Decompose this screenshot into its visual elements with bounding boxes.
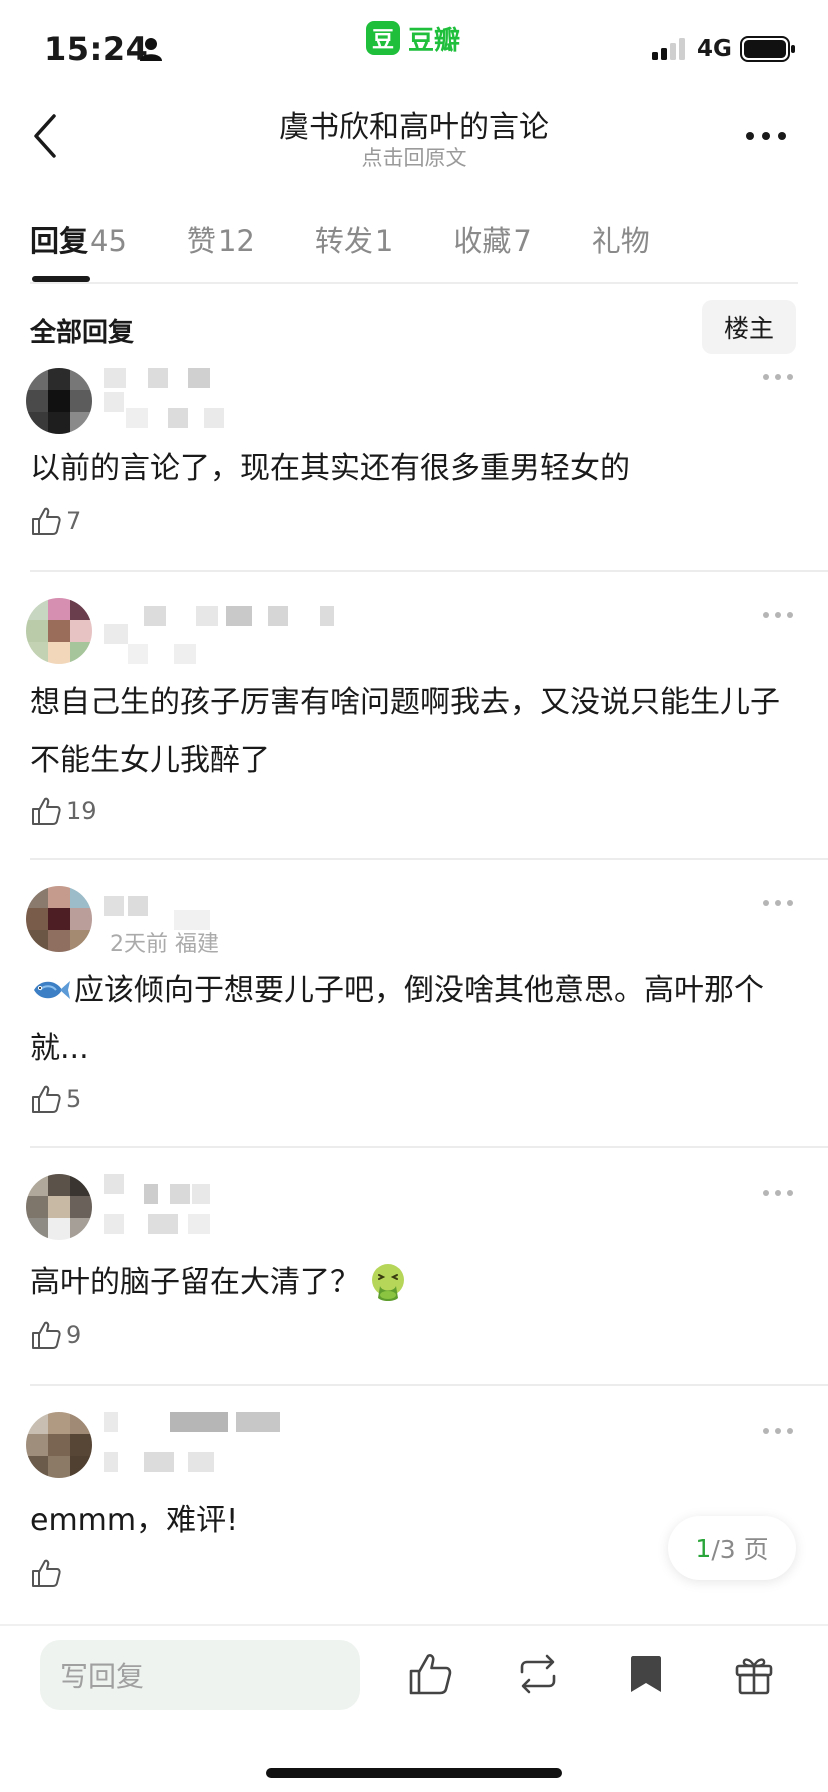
reply-input[interactable]: 写回复	[40, 1640, 360, 1710]
comment-text: 高叶的脑子留在大清了？	[30, 1254, 800, 1312]
page-current: 1	[695, 1533, 712, 1563]
username-blurred[interactable]	[104, 1412, 284, 1474]
comment-text-body: 应该倾向于想要儿子吧，倒没啥其他意思。高叶那个就...	[30, 973, 764, 1066]
status-bar: 15:24 豆 豆瓣 4G	[0, 0, 828, 90]
bookmark-icon[interactable]	[622, 1650, 670, 1698]
battery-icon	[740, 36, 795, 62]
person-icon	[140, 38, 162, 61]
like-button[interactable]: 19	[30, 794, 97, 828]
username-blurred[interactable]	[104, 1174, 224, 1236]
douban-logo-icon: 豆	[366, 21, 400, 55]
status-time: 15:24	[44, 30, 149, 68]
avatar[interactable]	[26, 1412, 92, 1478]
comment-item: 高叶的脑子留在大清了？ 9	[0, 1174, 828, 1384]
avatar[interactable]	[26, 886, 92, 952]
op-only-button[interactable]: 楼主	[702, 300, 796, 354]
tab-gifts[interactable]: 礼物	[592, 218, 650, 282]
username-blurred[interactable]	[104, 368, 224, 430]
network-label: 4G	[697, 36, 732, 62]
back-to-original-link[interactable]: 点击回原文	[0, 142, 828, 172]
gift-icon[interactable]	[730, 1650, 778, 1698]
tab-collections[interactable]: 收藏7	[453, 218, 531, 282]
username-blurred[interactable]	[104, 606, 334, 668]
home-indicator	[266, 1768, 562, 1778]
nauseated-face-icon	[372, 1264, 404, 1301]
like-button[interactable]: 5	[30, 1082, 81, 1116]
divider	[30, 858, 828, 860]
divider	[30, 1384, 828, 1386]
thumbs-up-icon	[32, 1559, 61, 1587]
avatar[interactable]	[26, 598, 92, 664]
comment-more-icon[interactable]	[762, 1426, 794, 1436]
fish-icon	[34, 981, 70, 999]
more-icon[interactable]	[744, 128, 788, 144]
like-button[interactable]	[30, 1556, 62, 1590]
page-indicator[interactable]: 1/3 页	[668, 1516, 796, 1580]
like-count: 5	[66, 1085, 82, 1113]
bottom-action-bar: 写回复	[0, 1624, 828, 1792]
repost-icon[interactable]	[514, 1650, 562, 1698]
comment-more-icon[interactable]	[762, 1188, 794, 1198]
tab-bar: 回复45 赞12 转发1 收藏7 礼物	[30, 218, 798, 284]
like-count: 7	[66, 507, 82, 535]
like-count: 19	[66, 797, 97, 825]
divider	[30, 570, 828, 572]
page-total: /3 页	[711, 1535, 769, 1564]
comment-more-icon[interactable]	[762, 372, 794, 382]
comment-text: 想自己生的孩子厉害有啥问题啊我去，又没说只能生儿子不能生女儿我醉了	[30, 685, 780, 778]
nav-bar: 虞书欣和高叶的言论 点击回原文	[0, 90, 828, 190]
thumbs-up-icon	[32, 1321, 61, 1349]
comment-text-body: 高叶的脑子留在大清了？	[30, 1265, 360, 1300]
signal-icon	[652, 38, 685, 60]
app-name: 豆瓣	[408, 25, 461, 56]
like-count: 9	[66, 1321, 82, 1349]
avatar[interactable]	[26, 1174, 92, 1240]
comment-item: 以前的言论了，现在其实还有很多重男轻女的 7	[0, 364, 828, 570]
thumbs-up-icon	[32, 1085, 61, 1113]
like-button[interactable]: 9	[30, 1318, 81, 1352]
tab-reposts[interactable]: 转发1	[315, 218, 393, 282]
app-badge: 豆 豆瓣	[366, 20, 460, 56]
comment-more-icon[interactable]	[762, 610, 794, 620]
comment-more-icon[interactable]	[762, 898, 794, 908]
divider	[30, 1146, 828, 1148]
comment-item: 2天前 福建 应该倾向于想要儿子吧，倒没啥其他意思。高叶那个就... 5	[0, 886, 828, 1148]
tab-replies[interactable]: 回复45	[30, 218, 127, 282]
active-tab-indicator	[32, 276, 90, 282]
avatar[interactable]	[26, 368, 92, 434]
comment-item: 想自己生的孩子厉害有啥问题啊我去，又没说只能生儿子不能生女儿我醉了 19	[0, 598, 828, 860]
page-title[interactable]: 虞书欣和高叶的言论	[0, 102, 828, 146]
thumbs-up-icon	[32, 797, 61, 825]
like-button[interactable]: 7	[30, 504, 81, 538]
section-title: 全部回复	[30, 318, 135, 348]
comment-text: 以前的言论了，现在其实还有很多重男轻女的	[30, 451, 630, 486]
comment-meta: 2天前 福建	[110, 932, 219, 957]
comment-text: 应该倾向于想要儿子吧，倒没啥其他意思。高叶那个就...	[30, 962, 800, 1078]
thumbs-up-icon	[32, 507, 61, 535]
like-icon[interactable]	[406, 1650, 454, 1698]
tab-likes[interactable]: 赞12	[187, 218, 255, 282]
